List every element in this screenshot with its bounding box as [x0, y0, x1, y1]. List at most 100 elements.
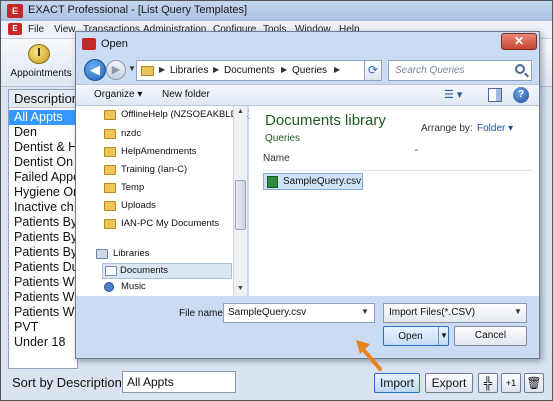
- library-icon: [96, 249, 108, 259]
- annotation-arrow-icon: [356, 340, 382, 371]
- breadcrumb-queries[interactable]: Queries: [292, 65, 327, 76]
- view-icon: ☰: [444, 89, 454, 101]
- refresh-icon: ⟳: [367, 63, 379, 77]
- new-folder-button[interactable]: New folder: [162, 89, 210, 100]
- list-item[interactable]: PVT: [9, 320, 79, 335]
- library-title: Documents library: [265, 112, 386, 129]
- tree-item-uploads[interactable]: Uploads: [104, 199, 232, 215]
- plus-one-button[interactable]: +1: [501, 373, 521, 393]
- tree-item-libraries[interactable]: Libraries: [96, 247, 232, 263]
- grid-options-button[interactable]: ╬: [478, 373, 498, 393]
- import-button[interactable]: Import: [374, 373, 420, 393]
- list-item[interactable]: Patients Du: [9, 260, 79, 275]
- list-item[interactable]: Hygiene Or: [9, 185, 79, 200]
- tree-item-helpamendments[interactable]: HelpAmendments: [104, 145, 232, 161]
- music-icon: [104, 282, 114, 292]
- close-icon: ✕: [513, 34, 525, 48]
- dialog-close-button[interactable]: ✕: [501, 33, 537, 50]
- change-view-button[interactable]: ☰ ▾: [444, 88, 464, 103]
- dialog-titlebar: Open ✕: [76, 32, 539, 56]
- back-button[interactable]: ◀: [84, 59, 106, 81]
- sort-caret-icon: ⌃: [413, 148, 420, 157]
- address-bar[interactable]: ▶ Libraries ▶ Documents ▶ Queries ▶ ▼: [136, 60, 435, 81]
- list-item[interactable]: Inactive ch: [9, 200, 79, 215]
- description-column-header[interactable]: Description: [9, 90, 79, 108]
- chevron-down-icon: ▼: [514, 307, 522, 316]
- breadcrumb-libraries[interactable]: Libraries: [170, 65, 208, 76]
- file-name: SampleQuery.csv: [283, 176, 362, 187]
- tree-item-nzdc[interactable]: nzdc: [104, 127, 232, 143]
- file-type-select[interactable]: Import Files(*.CSV) ▼: [383, 303, 527, 323]
- tree-item-label: Music: [121, 281, 146, 292]
- cancel-button[interactable]: Cancel: [454, 326, 527, 346]
- preview-pane-icon[interactable]: [488, 88, 502, 102]
- app-titlebar: E EXACT Professional - [List Query Templ…: [1, 1, 552, 21]
- list-item[interactable]: Den: [9, 125, 79, 140]
- documents-icon: [105, 266, 117, 276]
- tree-item-label: nzdc: [121, 128, 142, 139]
- navigation-scrollbar[interactable]: ▲ ▼: [233, 106, 247, 296]
- open-options-dropdown-icon[interactable]: ▼: [438, 327, 449, 345]
- search-input[interactable]: Search Queries: [388, 60, 532, 81]
- breadcrumb-separator-icon: ▶: [159, 65, 166, 74]
- sort-input[interactable]: All Appts: [122, 371, 236, 393]
- recent-locations-dropdown-icon[interactable]: ▼: [128, 64, 136, 73]
- scroll-down-icon[interactable]: ▼: [237, 285, 244, 292]
- clock-icon: [28, 44, 50, 64]
- list-item[interactable]: Patients W: [9, 305, 79, 320]
- menu-view[interactable]: View: [54, 24, 76, 35]
- file-name-input[interactable]: SampleQuery.csv ▼: [223, 303, 375, 323]
- appointments-button[interactable]: Appointments: [8, 42, 74, 84]
- open-button[interactable]: Open ▼: [383, 326, 449, 346]
- arrange-by-dropdown[interactable]: Folder ▾: [477, 123, 513, 134]
- tree-item-documents[interactable]: Documents: [102, 263, 232, 279]
- app-bottom-bar: Sort by Description All Appts Import Exp…: [1, 369, 552, 400]
- dialog-toolbar: Organize ▾ New folder ☰ ▾ ?: [76, 84, 539, 106]
- list-item[interactable]: Patients W: [9, 290, 79, 305]
- refresh-button[interactable]: ⟳: [364, 60, 382, 81]
- open-dialog: Open ✕ ◀ ▶ ▼ ▶ Libraries ▶ Documents ▶ Q…: [75, 31, 540, 359]
- search-placeholder: Search Queries: [395, 65, 465, 76]
- list-item[interactable]: Patients By: [9, 245, 79, 260]
- menu-file[interactable]: File: [28, 24, 44, 35]
- file-item[interactable]: SampleQuery.csv: [263, 173, 363, 190]
- open-button-label: Open: [398, 331, 423, 342]
- tree-item-music[interactable]: Music: [104, 280, 232, 296]
- tree-item-training[interactable]: Training (Ian-C): [104, 163, 232, 179]
- list-item[interactable]: Patients By: [9, 215, 79, 230]
- tree-item-ian-pc-my-documents[interactable]: IAN-PC My Documents: [104, 217, 232, 233]
- list-item[interactable]: Failed Appo: [9, 170, 79, 185]
- back-arrow-icon: ◀: [90, 62, 100, 77]
- list-item[interactable]: Patients By: [9, 230, 79, 245]
- folder-icon: [104, 165, 116, 175]
- list-item[interactable]: Under 18: [9, 335, 79, 350]
- appointments-label: Appointments: [10, 68, 72, 79]
- navigation-pane: OfflineHelp (NZSOEAKBLD01) nzdc HelpAmen…: [76, 106, 251, 296]
- list-item[interactable]: Dentist On: [9, 155, 79, 170]
- tree-item-offlinehelp[interactable]: OfflineHelp (NZSOEAKBLD01): [104, 108, 251, 124]
- folder-icon: [104, 147, 116, 157]
- app-title: EXACT Professional - [List Query Templat…: [28, 4, 248, 16]
- breadcrumb-separator-icon: ▶: [334, 65, 341, 74]
- name-column-header[interactable]: Name ⌃: [263, 148, 533, 171]
- list-item[interactable]: Patients W: [9, 275, 79, 290]
- tree-item-label: Documents: [120, 265, 169, 276]
- folder-icon: [104, 219, 116, 229]
- name-column-label: Name: [263, 153, 290, 164]
- chevron-down-icon[interactable]: ▼: [361, 307, 369, 316]
- list-item[interactable]: Dentist & H: [9, 140, 79, 155]
- breadcrumb-documents[interactable]: Documents: [224, 65, 275, 76]
- folder-icon: [104, 183, 116, 193]
- trash-icon: 🗑: [526, 376, 542, 390]
- scrollbar-thumb[interactable]: [235, 180, 246, 230]
- scroll-up-icon[interactable]: ▲: [237, 108, 244, 115]
- tree-item-label: Libraries: [113, 248, 150, 259]
- delete-button[interactable]: 🗑: [524, 373, 544, 393]
- tree-item-temp[interactable]: Temp: [104, 181, 232, 197]
- export-button[interactable]: Export: [425, 373, 473, 393]
- forward-button[interactable]: ▶: [106, 60, 126, 80]
- file-name-value: SampleQuery.csv: [228, 307, 307, 318]
- list-item[interactable]: All Appts: [9, 110, 79, 125]
- organize-button[interactable]: Organize ▾: [94, 89, 142, 100]
- help-icon[interactable]: ?: [513, 87, 529, 103]
